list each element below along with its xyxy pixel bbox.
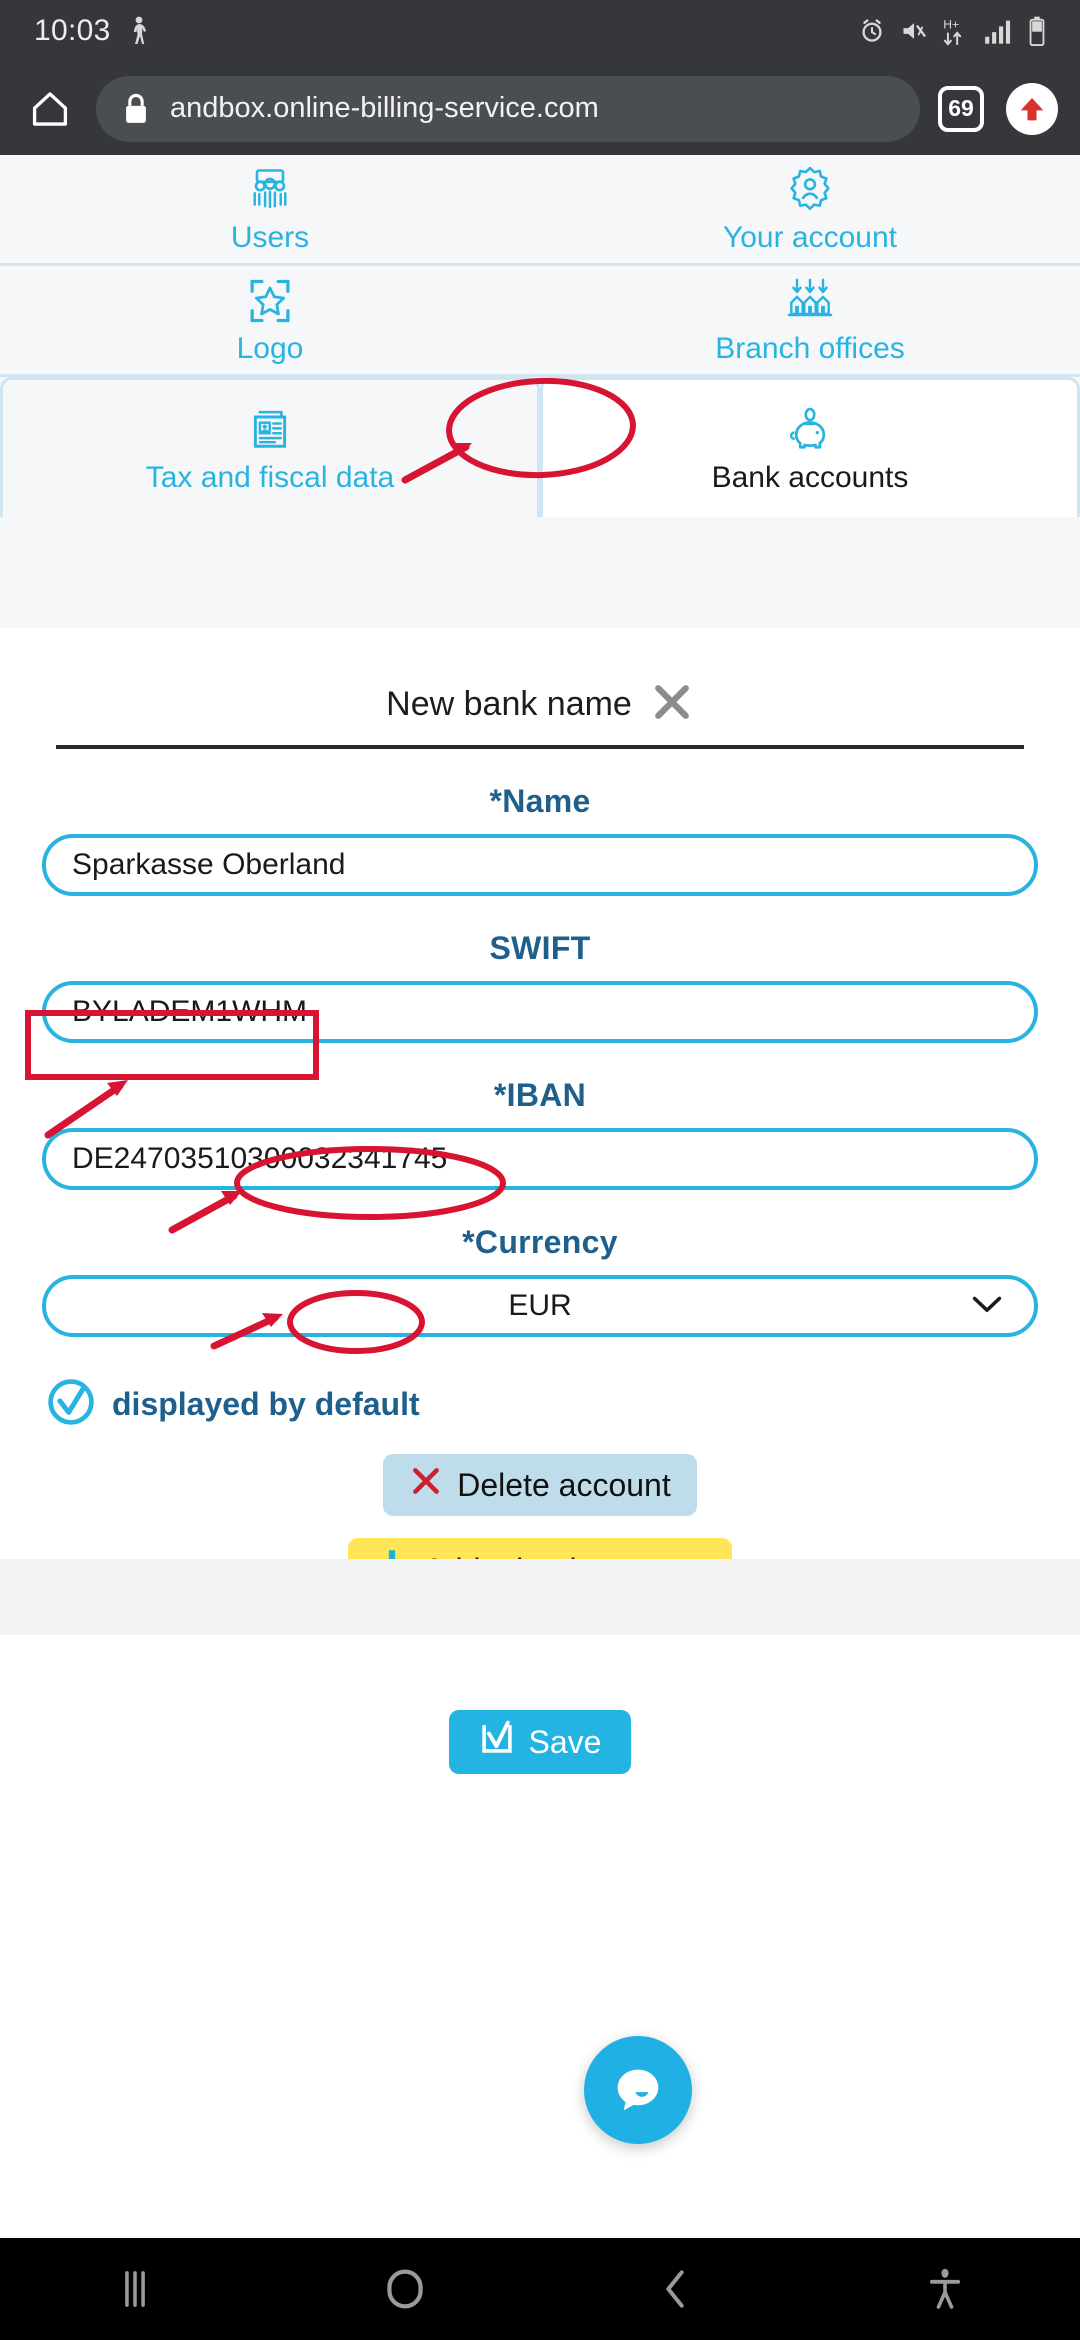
browser-toolbar: andbox.online-billing-service.com 69 bbox=[0, 62, 1080, 155]
account-gear-icon bbox=[790, 167, 830, 211]
recents-button[interactable] bbox=[0, 2268, 270, 2310]
settings-nav-grid: Users Your account Logo Branch offices T… bbox=[0, 155, 1080, 517]
status-left-icons bbox=[127, 16, 149, 46]
page-bottom-strip bbox=[0, 1635, 1080, 1695]
logo-star-frame-icon bbox=[250, 280, 290, 323]
url-text: andbox.online-billing-service.com bbox=[170, 92, 599, 124]
branch-offices-icon bbox=[787, 278, 833, 317]
home-icon bbox=[32, 91, 68, 126]
swift-input-value: BYLADEM1WHM bbox=[72, 995, 308, 1028]
sidebar-item-your-account[interactable]: Your account bbox=[540, 155, 1080, 263]
sidebar-item-label: Branch offices bbox=[715, 332, 905, 366]
mute-vibrate-icon bbox=[903, 23, 926, 39]
label-text: Name bbox=[502, 783, 591, 819]
bank-name-header: New bank name bbox=[42, 628, 1038, 729]
save-button[interactable]: Save bbox=[448, 1710, 632, 1774]
status-right-icons: H+ bbox=[858, 16, 1046, 46]
phone-screen: 10:03 H+ andbox.online-billing-service.c… bbox=[0, 0, 1080, 2340]
android-nav-bar bbox=[0, 2238, 1080, 2340]
circle-check-icon bbox=[46, 1377, 96, 1432]
up-arrow-icon bbox=[1020, 97, 1044, 120]
tab-counter-button[interactable]: 69 bbox=[938, 85, 984, 132]
page-footer-strip bbox=[0, 1559, 1080, 1635]
sidebar-item-branch-offices[interactable]: Branch offices bbox=[540, 266, 1080, 374]
hplus-data-icon: H+ bbox=[943, 18, 962, 46]
page-content: Users Your account Logo Branch offices T… bbox=[0, 155, 1080, 1774]
currency-select-value: EUR bbox=[508, 1289, 572, 1322]
svg-text:H+: H+ bbox=[943, 18, 959, 32]
red-x-icon bbox=[409, 1464, 443, 1506]
label-text: Currency bbox=[474, 1224, 618, 1260]
close-x-icon[interactable] bbox=[650, 680, 694, 729]
home-button[interactable] bbox=[22, 81, 78, 137]
battery-icon bbox=[1029, 16, 1045, 46]
tax-documents-icon bbox=[253, 410, 287, 448]
button-label: Save bbox=[528, 1723, 602, 1760]
lock-icon bbox=[126, 93, 146, 123]
bank-title: New bank name bbox=[386, 685, 632, 723]
checkbox-label: displayed by default bbox=[112, 1386, 420, 1422]
iban-input[interactable]: DE24703510300032341745 bbox=[42, 1128, 1038, 1190]
home-button[interactable] bbox=[270, 2266, 540, 2312]
required-star: * bbox=[489, 783, 503, 819]
tab-tax-and-fiscal-data[interactable]: Tax and fiscal data bbox=[0, 377, 540, 517]
url-bar[interactable]: andbox.online-billing-service.com bbox=[96, 75, 920, 142]
update-button[interactable] bbox=[1006, 82, 1058, 135]
android-status-bar: 10:03 H+ bbox=[0, 0, 1080, 62]
currency-select[interactable]: EUR bbox=[42, 1275, 1038, 1337]
label-text: SWIFT bbox=[489, 930, 591, 966]
piggy-bank-icon bbox=[789, 407, 826, 449]
tab-bank-accounts[interactable]: Bank accounts bbox=[540, 377, 1080, 517]
back-chevron-icon bbox=[666, 2270, 684, 2308]
checkbox-check-icon bbox=[479, 1720, 515, 1764]
users-group-icon bbox=[253, 169, 287, 209]
currency-field-label: *Currency bbox=[42, 1224, 1038, 1261]
alarm-icon bbox=[862, 19, 882, 42]
nav-row-1: Users Your account bbox=[0, 155, 1080, 266]
bank-account-form: New bank name *Name Sparkasse Oberland S… bbox=[0, 628, 1080, 1774]
name-input-value: Sparkasse Oberland bbox=[72, 848, 346, 881]
nav-row-2: Logo Branch offices bbox=[0, 266, 1080, 377]
name-input[interactable]: Sparkasse Oberland bbox=[42, 834, 1038, 896]
required-star: * bbox=[493, 1077, 507, 1113]
sidebar-item-label: Users bbox=[230, 221, 310, 255]
swift-field-label: SWIFT bbox=[42, 930, 1038, 967]
sidebar-item-users[interactable]: Users bbox=[0, 155, 540, 263]
button-label: Delete account bbox=[457, 1466, 671, 1503]
sidebar-item-logo[interactable]: Logo bbox=[0, 266, 540, 374]
walking-person-icon bbox=[133, 16, 146, 44]
status-clock: 10:03 bbox=[34, 14, 111, 47]
iban-input-value: DE24703510300032341745 bbox=[72, 1142, 448, 1175]
displayed-by-default-checkbox[interactable]: displayed by default bbox=[46, 1377, 1038, 1432]
signal-bars-icon bbox=[985, 20, 1011, 44]
chat-bubble-icon bbox=[617, 2069, 659, 2111]
sidebar-item-label: Logo bbox=[236, 332, 304, 366]
tab-label: Tax and fiscal data bbox=[145, 460, 395, 494]
iban-field-label: *IBAN bbox=[42, 1077, 1038, 1114]
header-divider bbox=[56, 745, 1024, 749]
accessibility-button[interactable] bbox=[810, 2267, 1080, 2311]
label-text: IBAN bbox=[506, 1077, 587, 1113]
swift-input[interactable]: BYLADEM1WHM bbox=[42, 981, 1038, 1043]
home-circle-icon bbox=[387, 2269, 423, 2309]
recents-icon bbox=[125, 2271, 145, 2307]
name-field-label: *Name bbox=[42, 783, 1038, 820]
chevron-down-icon bbox=[970, 1289, 1004, 1323]
required-star: * bbox=[462, 1224, 475, 1260]
sidebar-item-label: Your account bbox=[722, 221, 898, 255]
nav-row-3: Tax and fiscal data Bank accounts bbox=[0, 377, 1080, 517]
delete-account-button[interactable]: Delete account bbox=[383, 1454, 697, 1516]
accessibility-icon bbox=[929, 2268, 961, 2309]
back-button[interactable] bbox=[540, 2267, 810, 2311]
tab-label: Bank accounts bbox=[711, 460, 909, 494]
tab-count-label: 69 bbox=[948, 95, 974, 121]
chat-widget-button[interactable] bbox=[584, 2036, 692, 2144]
